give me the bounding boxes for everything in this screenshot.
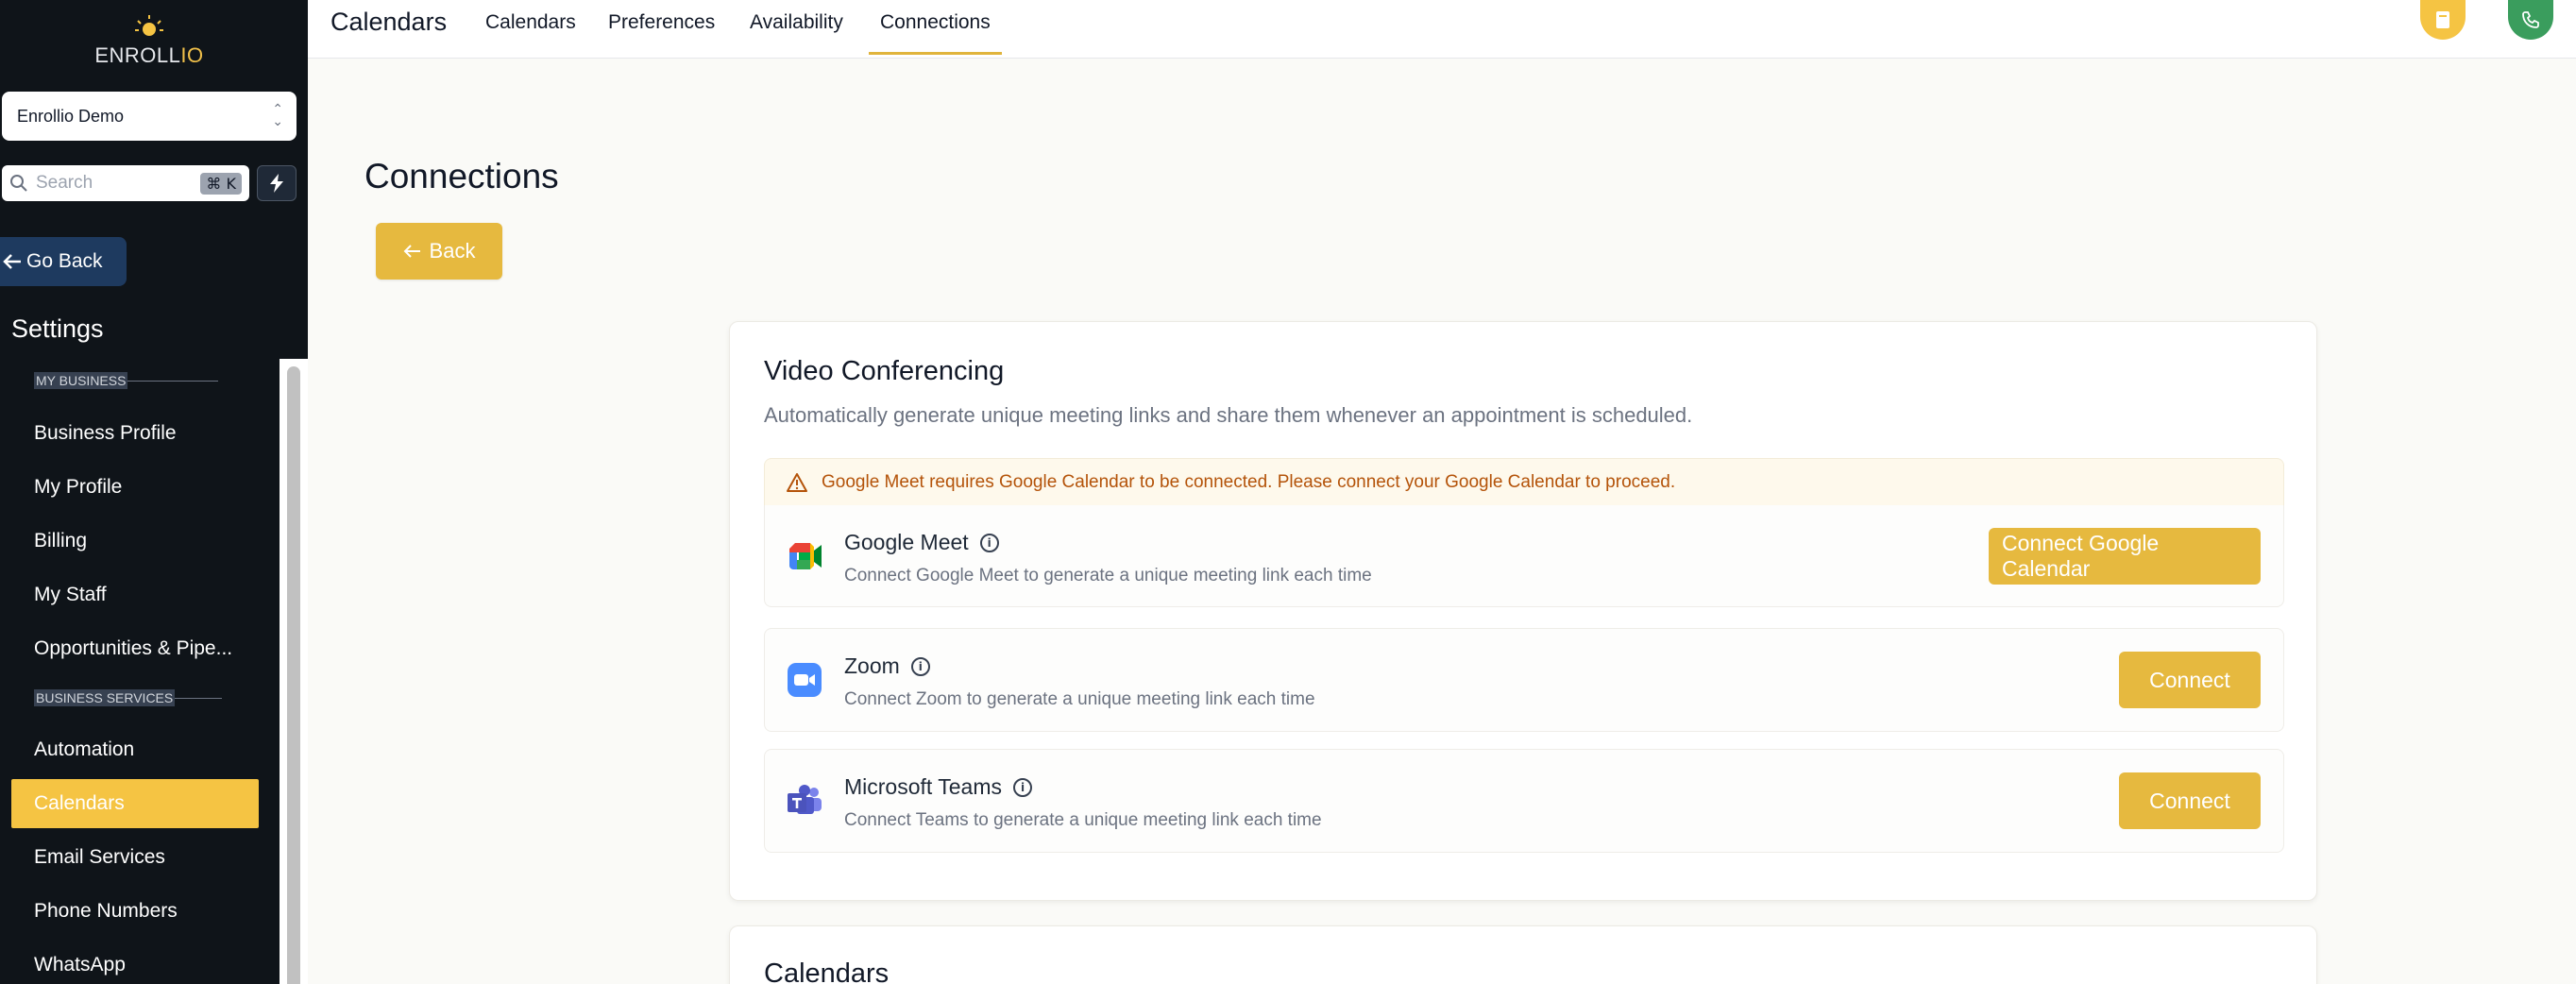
sidebar-item-calendars[interactable]: Calendars <box>11 779 259 828</box>
sidebar-item-email-services[interactable]: Email Services <box>11 833 259 882</box>
search-input[interactable]: Search <box>36 173 200 194</box>
provider-row-zoom: Zoom i Connect Zoom to generate a unique … <box>764 628 2284 732</box>
sidebar-item-business-profile[interactable]: Business Profile <box>11 409 259 458</box>
card-description: Automatically generate unique meeting li… <box>764 403 1693 427</box>
warning-banner: Google Meet requires Google Calendar to … <box>764 458 2284 505</box>
section-label-business-services: BUSINESS SERVICES <box>34 689 223 706</box>
notes-button[interactable] <box>2420 0 2466 40</box>
chevron-up-down-icon: ⌃ ⌄ <box>272 101 283 128</box>
sun-icon <box>135 15 163 36</box>
section-label-my-business: MY BUSINESS <box>34 372 219 389</box>
page-title: Connections <box>364 157 559 195</box>
provider-row-google-meet: Google Meet i Connect Google Meet to gene… <box>764 505 2284 607</box>
video-conferencing-card: Video Conferencing Automatically generat… <box>729 321 2317 901</box>
sidebar-item-my-profile[interactable]: My Profile <box>11 463 259 512</box>
sidebar-item-billing[interactable]: Billing <box>11 517 259 566</box>
zoom-icon <box>788 663 822 697</box>
search-icon <box>10 175 27 192</box>
account-switcher[interactable]: Enrollio Demo ⌃ ⌄ <box>2 92 297 141</box>
provider-name: Zoom i <box>844 653 930 679</box>
lightning-icon <box>270 174 283 193</box>
phone-button[interactable] <box>2508 0 2553 40</box>
warning-icon <box>787 472 807 492</box>
tab-connections[interactable]: Connections <box>869 11 1002 55</box>
tab-availability[interactable]: Availability <box>750 11 843 55</box>
calendars-card: Calendars <box>729 925 2317 984</box>
info-icon[interactable]: i <box>979 533 999 552</box>
tab-calendars[interactable]: Calendars <box>485 11 576 55</box>
scrollbar-thumb[interactable] <box>287 366 300 984</box>
provider-row-microsoft-teams: Microsoft Teams i Connect Teams to genera… <box>764 749 2284 853</box>
connect-zoom-button[interactable]: Connect <box>2119 652 2261 708</box>
google-meet-icon <box>789 543 822 569</box>
connect-microsoft-teams-button[interactable]: Connect <box>2119 772 2261 829</box>
sidebar-item-my-staff[interactable]: My Staff <box>11 570 259 619</box>
settings-menu: MY BUSINESS Business Profile My Profile … <box>0 359 280 984</box>
arrow-left-icon <box>403 245 420 258</box>
provider-name: Google Meet i <box>844 530 999 555</box>
info-icon[interactable]: i <box>910 656 930 676</box>
search-shortcut: ⌘ K <box>200 172 242 195</box>
page-section-title: Calendars <box>330 8 448 36</box>
logo[interactable]: ENROLLIO <box>91 13 208 72</box>
sidebar: ENROLLIO Enrollio Demo ⌃ ⌄ Search ⌘ K Go … <box>0 0 308 984</box>
settings-title: Settings <box>11 314 104 343</box>
book-icon <box>2436 11 2449 28</box>
microsoft-teams-icon <box>788 785 822 814</box>
phone-icon <box>2522 11 2539 28</box>
info-icon[interactable]: i <box>1013 777 1033 797</box>
card-title: Calendars <box>764 959 890 984</box>
card-title: Video Conferencing <box>764 356 1005 386</box>
go-back-button[interactable]: Go Back <box>0 237 127 286</box>
sidebar-item-whatsapp[interactable]: WhatsApp <box>11 941 259 984</box>
sidebar-scrollbar[interactable] <box>280 359 308 984</box>
arrow-left-icon <box>3 254 21 269</box>
search-box[interactable]: Search ⌘ K <box>2 165 249 201</box>
sidebar-item-opportunities[interactable]: Opportunities & Pipe... <box>11 624 259 673</box>
connect-google-calendar-button[interactable]: Connect Google Calendar <box>1989 528 2261 585</box>
provider-description: Connect Teams to generate a unique meeti… <box>844 810 1322 830</box>
logo-text: ENROLLIO <box>94 43 204 67</box>
provider-description: Connect Google Meet to generate a unique… <box>844 566 1372 585</box>
provider-name: Microsoft Teams i <box>844 774 1033 800</box>
back-button[interactable]: Back <box>376 223 502 280</box>
account-name: Enrollio Demo <box>17 106 125 126</box>
tab-preferences[interactable]: Preferences <box>608 11 715 55</box>
sidebar-item-automation[interactable]: Automation <box>11 725 259 774</box>
sidebar-item-phone-numbers[interactable]: Phone Numbers <box>11 887 259 936</box>
quick-action-button[interactable] <box>257 165 297 201</box>
provider-description: Connect Zoom to generate a unique meetin… <box>844 689 1315 709</box>
warning-text: Google Meet requires Google Calendar to … <box>822 471 1676 492</box>
top-nav: Calendars Calendars Preferences Availabi… <box>308 0 2576 59</box>
